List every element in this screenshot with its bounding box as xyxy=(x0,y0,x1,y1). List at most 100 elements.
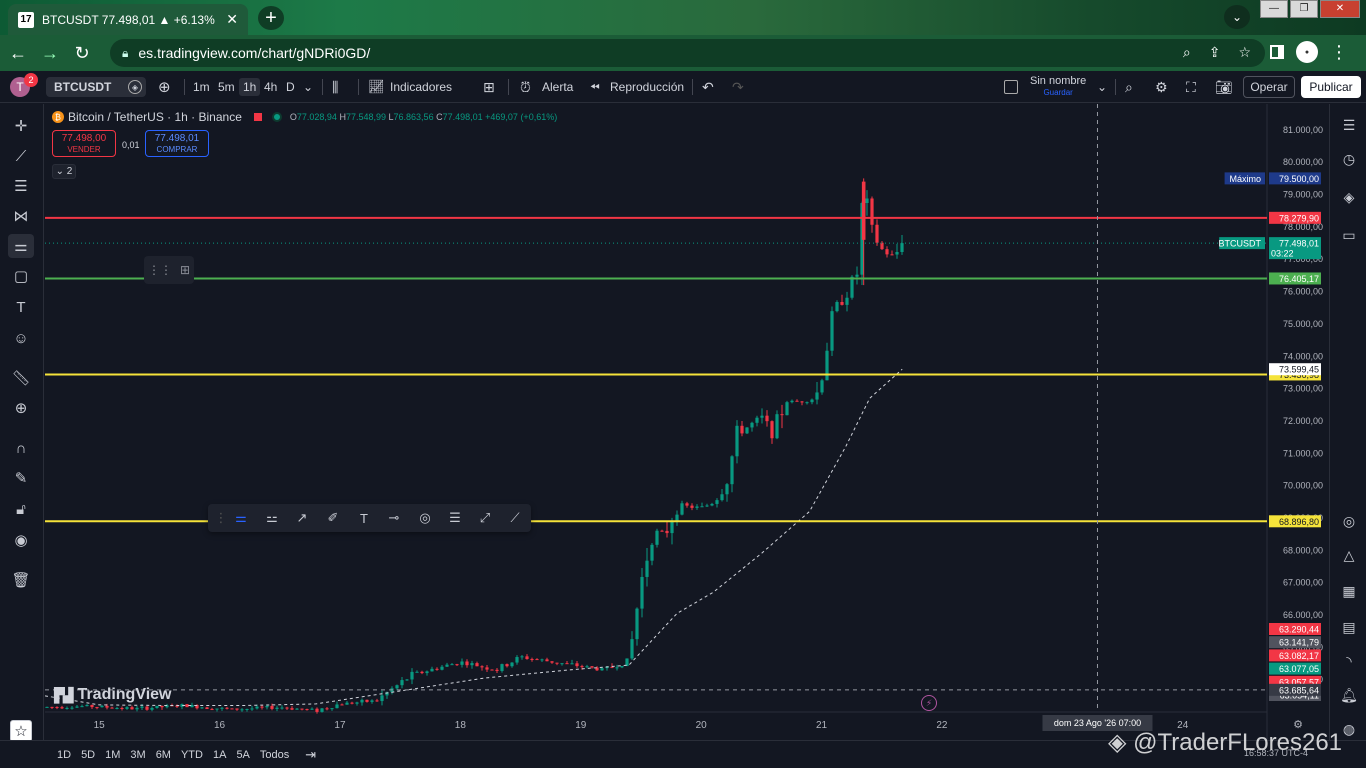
drag-handle-icon[interactable]: ⋮⋮ xyxy=(148,263,172,277)
lock-drawings-icon[interactable]: 🔓︎ xyxy=(8,497,34,521)
horizontal-ray-icon[interactable]: ⊸ xyxy=(385,510,403,526)
symbol-search[interactable]: BTCUSDT ◈ xyxy=(46,77,146,97)
pattern-icon[interactable]: ⋈ xyxy=(8,204,34,228)
shapes-icon[interactable]: ▢ xyxy=(8,264,34,288)
hide-drawings-eye-icon[interactable]: ◉ xyxy=(8,528,34,552)
indicators-icon[interactable]: 📈︎ xyxy=(368,78,385,96)
close-tab-icon[interactable]: ✕ xyxy=(226,11,238,28)
price-chart[interactable]: 64.000,0065.000,0066.000,0067.000,0068.0… xyxy=(45,104,1329,740)
pair-label[interactable]: Bitcoin / TetherUS · 1h · Binance xyxy=(68,110,242,124)
zoom-in-icon[interactable]: ⊕ xyxy=(8,396,34,420)
share-icon[interactable]: ⇪ xyxy=(1209,44,1221,61)
interval-4h[interactable]: 4h xyxy=(264,78,277,96)
interval-d[interactable]: D xyxy=(286,78,295,96)
alerts-clock-icon[interactable]: ◷ xyxy=(1338,148,1360,170)
minimize-button[interactable]: — xyxy=(1260,0,1288,18)
profile-avatar[interactable]: ● xyxy=(1296,41,1318,63)
interval-1h[interactable]: 1h xyxy=(239,78,261,96)
undo-icon[interactable]: ↶ xyxy=(702,78,714,96)
tab-search-chevron-icon[interactable]: ⌄ xyxy=(1224,5,1250,29)
alert-clock-icon[interactable]: ⏰︎ xyxy=(520,78,531,96)
bookmark-star-icon[interactable]: ☆ xyxy=(1238,44,1251,61)
stay-drawing-icon[interactable]: ✎ xyxy=(8,466,34,490)
browser-tab[interactable]: 17 BTCUSDT 77.498,01 ▲ +6.13% Si ✕ xyxy=(8,4,248,35)
range-5a[interactable]: 5A xyxy=(236,749,249,761)
interval-5m[interactable]: 5m xyxy=(218,78,235,96)
fullscreen-icon[interactable]: ⛶ xyxy=(1186,78,1196,96)
range-3m[interactable]: 3M xyxy=(130,749,145,761)
camera-icon[interactable]: 📷︎ xyxy=(1215,78,1233,96)
maximize-button[interactable]: ❐ xyxy=(1290,0,1318,18)
browser-menu-icon[interactable]: ⋮ xyxy=(1330,43,1348,61)
brush-tool-icon[interactable]: ✐ xyxy=(324,510,342,526)
chat-icon[interactable]: ▭ xyxy=(1338,224,1360,246)
close-window-button[interactable]: ✕ xyxy=(1320,0,1360,18)
publish-button[interactable]: Publicar xyxy=(1301,76,1361,98)
back-arrow-icon[interactable]: ← xyxy=(4,43,32,64)
magnet-icon[interactable]: ∩ xyxy=(8,436,34,460)
new-tab-button[interactable]: + xyxy=(258,6,284,30)
zoom-icon[interactable]: ⌕ xyxy=(1183,44,1191,61)
reload-icon[interactable]: ↻ xyxy=(68,43,96,64)
fib-tool-icon[interactable]: ☰ xyxy=(446,510,464,526)
range-1m[interactable]: 1M xyxy=(105,749,120,761)
layout-name[interactable]: Sin nombre Guardar xyxy=(1030,75,1086,99)
user-avatar[interactable]: T 2 xyxy=(10,73,38,97)
side-panel-icon[interactable] xyxy=(1270,45,1284,59)
ideas-icon[interactable]: △ xyxy=(1338,544,1360,566)
streams-icon[interactable]: ◝ xyxy=(1338,650,1360,672)
ruler-icon[interactable]: 📏︎ xyxy=(8,366,34,390)
candles-icon[interactable]: ⫼ xyxy=(332,78,338,96)
circle-tool-icon[interactable]: ◎ xyxy=(416,510,434,526)
redo-icon[interactable]: ↷ xyxy=(732,78,744,96)
lightning-icon[interactable]: ⚡︎ xyxy=(921,695,937,711)
favorites-star-icon[interactable]: ☆ xyxy=(10,720,32,742)
replay-icon[interactable]: ⏪︎ xyxy=(590,78,600,96)
range-6m[interactable]: 6M xyxy=(156,749,171,761)
flag-icon[interactable] xyxy=(253,113,262,121)
layers-icon[interactable]: ◈ xyxy=(1338,186,1360,208)
trade-button[interactable]: Operar xyxy=(1243,76,1295,98)
alert-button[interactable]: Alerta xyxy=(542,78,573,96)
fib-icon[interactable]: ☰ xyxy=(8,174,34,198)
settings-gear-icon[interactable]: ⚙ xyxy=(1155,78,1168,96)
trendline-icon[interactable]: ⟋ xyxy=(8,144,34,168)
forward-arrow-icon[interactable]: → xyxy=(36,43,64,64)
watchlist-icon[interactable]: ☰ xyxy=(1338,114,1360,136)
horizontal-line-tool-icon[interactable]: ⚌ xyxy=(232,510,250,526)
buy-button[interactable]: 77.498,01 COMPRAR xyxy=(145,130,209,157)
layout-dropdown-icon[interactable]: ⌄ xyxy=(1097,78,1107,96)
layout-checkbox[interactable] xyxy=(1004,80,1018,94)
indicators-collapse-button[interactable]: ⌄ 2 xyxy=(52,164,76,179)
range-todos[interactable]: Todos xyxy=(260,749,289,761)
text-tool-icon[interactable]: T xyxy=(355,510,373,526)
line-tool-icon[interactable]: ⟋ xyxy=(506,510,524,526)
emoji-icon[interactable]: ☺ xyxy=(8,326,34,350)
notifications-bell-icon[interactable]: 🔔︎ xyxy=(1338,684,1360,706)
calendar-icon[interactable]: ▦ xyxy=(1338,580,1360,602)
quick-search-icon[interactable]: ⌕ xyxy=(1125,78,1133,96)
interval-1m[interactable]: 1m xyxy=(193,78,210,96)
arrow-tool-icon[interactable]: ↗ xyxy=(293,510,311,526)
add-object-icon[interactable]: ⊞ xyxy=(180,263,190,277)
range-ytd[interactable]: YTD xyxy=(181,749,203,761)
news-icon[interactable]: ▤ xyxy=(1338,616,1360,638)
url-field[interactable]: 🔒︎ es.tradingview.com/chart/gNDRi0GD/ ⌕ … xyxy=(110,39,1265,67)
range-1a[interactable]: 1A xyxy=(213,749,226,761)
replay-button[interactable]: Reproducción xyxy=(610,78,684,96)
indicators-button[interactable]: Indicadores xyxy=(390,78,452,96)
trash-icon[interactable]: 🗑︎ xyxy=(8,568,34,592)
text-tool-icon[interactable]: T xyxy=(8,295,34,319)
drag-handle-icon[interactable]: ⋮ xyxy=(212,510,230,526)
add-symbol-icon[interactable]: ⊕ xyxy=(158,78,171,96)
crosshair-icon[interactable]: ✛ xyxy=(8,114,34,138)
ray-tool-icon[interactable]: ⤢ xyxy=(476,510,494,526)
range-5d[interactable]: 5D xyxy=(81,749,95,761)
sell-button[interactable]: 77.498,00 VENDER xyxy=(52,130,116,157)
go-to-date-icon[interactable]: ⇥ xyxy=(305,747,316,763)
compare-icon[interactable]: ◈ xyxy=(128,80,142,94)
target-icon[interactable]: ◎ xyxy=(1338,510,1360,532)
price-line-tool-icon[interactable]: ⚍ xyxy=(263,510,281,526)
interval-dropdown-icon[interactable]: ⌄ xyxy=(303,78,313,96)
range-1d[interactable]: 1D xyxy=(57,749,71,761)
